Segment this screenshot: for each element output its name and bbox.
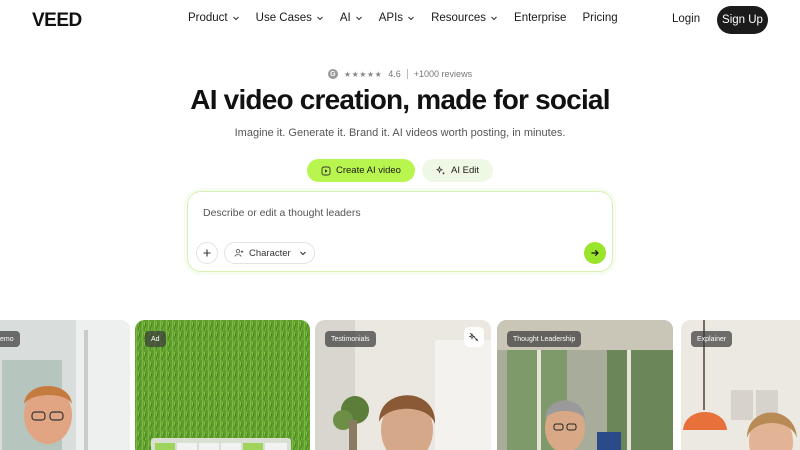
video-icon	[321, 166, 331, 175]
video-card-testimonials[interactable]: Testimonials	[315, 320, 491, 450]
card-tag: Testimonials	[325, 331, 376, 347]
nav-item-label: Resources	[431, 12, 487, 24]
prompt-box[interactable]: Describe or edit a thought leaders Chara…	[187, 191, 613, 272]
chevron-down-icon	[299, 251, 306, 256]
submit-button[interactable]	[584, 242, 606, 264]
mute-toggle[interactable]	[464, 327, 484, 347]
ai-edit-button[interactable]: AI Edit	[422, 159, 493, 182]
nav-item-product[interactable]: Product	[188, 12, 240, 24]
character-label: Character	[249, 247, 291, 259]
nav-links: Product Use Cases AI APIs Resources Ente…	[188, 12, 634, 24]
chevron-down-icon	[317, 16, 323, 21]
card-tag: emo	[0, 331, 20, 347]
signup-button[interactable]: Sign Up	[717, 6, 768, 34]
prompt-input[interactable]: Describe or edit a thought leaders	[203, 207, 361, 219]
review-platform-icon: G	[327, 69, 338, 79]
page-title: AI video creation, made for social	[190, 84, 610, 115]
mode-label: AI Edit	[451, 165, 479, 176]
arrow-right-icon	[591, 249, 599, 257]
nav-item-use-cases[interactable]: Use Cases	[256, 12, 324, 24]
nav-item-pricing[interactable]: Pricing	[582, 12, 617, 24]
top-nav: VEED Product Use Cases AI APIs Resources…	[0, 0, 800, 40]
plus-icon	[203, 249, 211, 257]
rating-stars: ★★★★★	[343, 69, 383, 79]
chevron-down-icon	[408, 16, 414, 21]
example-video-cards: emo Ad Testimonials Thought Leadership E…	[0, 320, 800, 450]
mode-selector: Create AI video AI Edit	[307, 159, 493, 182]
add-attachment-button[interactable]	[196, 242, 218, 264]
rating-reviews: +1000 reviews	[413, 69, 473, 79]
nav-item-label: Enterprise	[514, 12, 567, 24]
card-tag: Explainer	[691, 331, 733, 347]
card-tag: Thought Leadership	[507, 331, 582, 347]
rating-divider	[406, 69, 408, 79]
nav-item-enterprise[interactable]: Enterprise	[514, 12, 566, 24]
person-add-icon	[234, 249, 244, 257]
page-subtitle: Imagine it. Generate it. Brand it. AI vi…	[234, 127, 566, 139]
video-card-explainer[interactable]: Explainer	[681, 320, 800, 450]
nav-item-label: Pricing	[582, 12, 618, 24]
nav-item-label: APIs	[378, 12, 404, 24]
create-ai-video-button[interactable]: Create AI video	[307, 159, 415, 182]
video-card-thought-leadership[interactable]: Thought Leadership	[497, 320, 673, 450]
nav-item-label: Use Cases	[255, 12, 312, 24]
nav-item-resources[interactable]: Resources	[431, 12, 498, 24]
video-card-ad[interactable]: Ad	[135, 320, 310, 450]
video-card-demo[interactable]: emo	[0, 320, 130, 450]
card-tag: Ad	[145, 331, 166, 347]
mode-label: Create AI video	[336, 165, 401, 176]
chevron-down-icon	[355, 16, 362, 21]
login-link[interactable]: Login	[672, 13, 700, 25]
sparkle-off-icon	[469, 332, 479, 342]
signup-label: Sign Up	[722, 14, 763, 26]
chevron-down-icon	[232, 16, 239, 21]
sparkle-icon	[436, 165, 445, 175]
nav-item-label: AI	[339, 12, 351, 24]
chevron-down-icon	[491, 16, 497, 21]
rating-row: G ★★★★★ 4.6 +1000 reviews	[0, 69, 800, 79]
nav-item-ai[interactable]: AI	[340, 12, 363, 24]
rating-score: 4.6	[388, 69, 401, 79]
svg-text:VEED: VEED	[32, 10, 82, 30]
nav-item-apis[interactable]: APIs	[379, 12, 415, 24]
veed-logo[interactable]: VEED	[32, 10, 104, 30]
character-select[interactable]: Character	[224, 242, 315, 264]
nav-item-label: Product	[188, 12, 228, 24]
